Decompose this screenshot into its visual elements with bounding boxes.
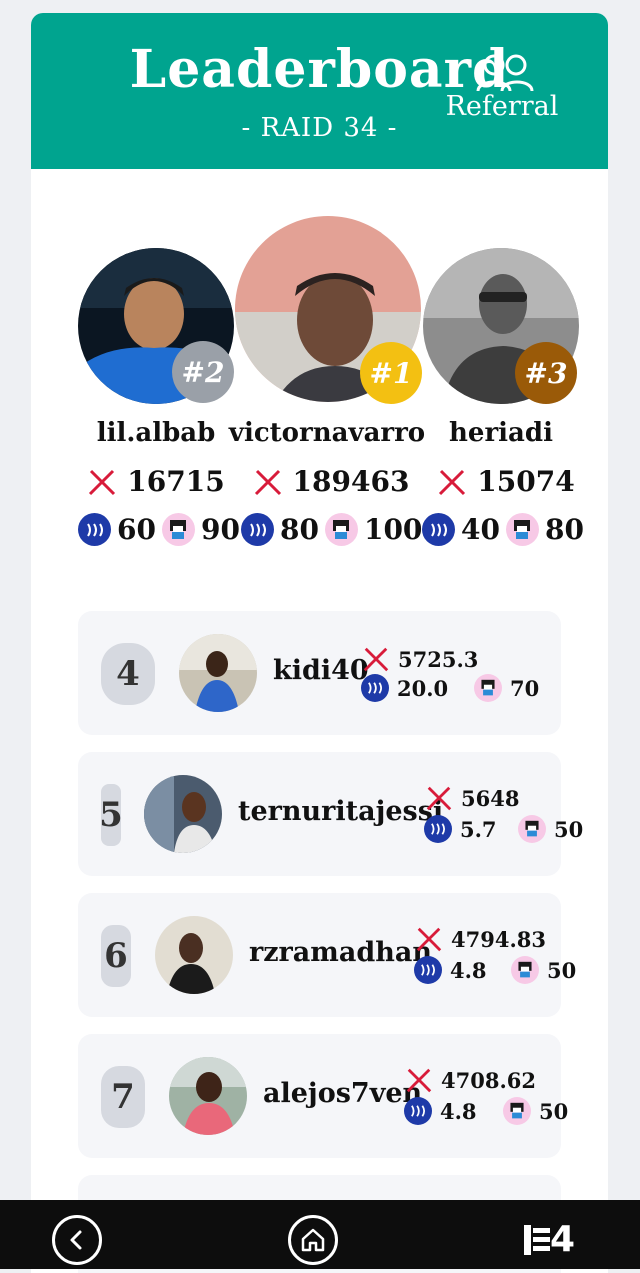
steem-reward-1: 80 <box>280 513 319 546</box>
token-icon <box>503 1097 531 1125</box>
podium-name-3[interactable]: heriadi <box>426 418 576 448</box>
row-token: 50 <box>503 1097 568 1125</box>
rank-number: 5 <box>99 784 123 846</box>
leaderboard-card: Leaderboard - RAID 34 - Referral #2 #1 #… <box>31 13 608 1273</box>
token-icon <box>511 956 539 984</box>
avatar[interactable] <box>169 1057 247 1135</box>
token-reward-1: 100 <box>363 513 423 546</box>
steem-icon <box>414 956 442 984</box>
row-token: 70 <box>474 674 539 702</box>
menu-count: 4 <box>550 1219 576 1260</box>
steem-icon <box>424 815 452 843</box>
row-steem: 5.7 <box>424 815 497 843</box>
sword-icon <box>254 469 281 495</box>
token-icon <box>161 513 195 546</box>
row-score: 4708.62 <box>405 1066 536 1094</box>
row-name[interactable]: rzramadhan <box>249 937 432 968</box>
back-icon <box>70 1230 82 1250</box>
token-icon <box>518 815 546 843</box>
token-icon <box>324 513 358 546</box>
avatar[interactable] <box>155 916 233 994</box>
row-score: 4794.83 <box>415 925 546 953</box>
rank-number: 7 <box>101 1066 145 1128</box>
row-token: 50 <box>518 815 583 843</box>
rank-number: 4 <box>101 643 155 705</box>
podium-score-1: 189463 <box>241 465 421 498</box>
steem-icon <box>422 513 455 546</box>
row-steem: 4.8 <box>414 956 487 984</box>
row-steem: 4.8 <box>404 1097 477 1125</box>
menu-button[interactable]: 4 <box>524 1222 575 1258</box>
sword-icon <box>416 927 442 952</box>
podium-rewards-3: 40 80 <box>422 513 584 546</box>
steem-icon <box>241 513 274 546</box>
row-name[interactable]: ternuritajessi <box>238 796 443 827</box>
row-token: 50 <box>511 956 576 984</box>
list-item[interactable]: 6 rzramadhan 4794.83 4.8 50 <box>78 893 576 1017</box>
token-reward-3: 80 <box>544 513 584 546</box>
avatar[interactable] <box>144 775 222 853</box>
steem-reward-3: 40 <box>461 513 500 546</box>
podium-rewards-1: 80 100 <box>241 513 422 546</box>
podium-name-1[interactable]: victornavarro <box>227 418 427 448</box>
token-reward-2: 90 <box>200 513 240 546</box>
bottom-nav: 4 <box>0 1200 640 1269</box>
referral-button[interactable]: Referral <box>444 53 564 123</box>
users-icon <box>476 54 534 92</box>
podium-score-3: 15074 <box>426 465 586 498</box>
header: Leaderboard - RAID 34 - Referral <box>31 13 608 169</box>
podium-name-2[interactable]: lil.albab <box>81 418 231 448</box>
list-item[interactable]: 4 kidi40 5725.3 20.0 70 <box>78 611 561 735</box>
rank-number: 6 <box>101 925 131 987</box>
row-score: 5648 <box>425 784 519 812</box>
podium-score-2: 16715 <box>81 465 231 498</box>
rank-badge-3: #3 <box>515 342 577 404</box>
row-steem: 20.0 <box>361 674 448 702</box>
steem-icon <box>78 513 111 546</box>
row-name[interactable]: kidi40 <box>273 655 369 686</box>
steem-reward-2: 60 <box>117 513 156 546</box>
sword-icon <box>89 469 116 495</box>
token-icon <box>474 674 502 702</box>
referral-label: Referral <box>445 91 559 122</box>
steem-icon <box>361 674 389 702</box>
sword-icon <box>363 647 389 672</box>
sword-icon <box>406 1068 432 1093</box>
row-score: 5725.3 <box>362 645 478 673</box>
sword-icon <box>439 469 466 495</box>
podium-rewards-2: 60 90 <box>78 513 240 546</box>
avatar[interactable] <box>179 634 257 712</box>
steem-icon <box>404 1097 432 1125</box>
rank-badge-2: #2 <box>172 341 234 403</box>
rank-badge-1: #1 <box>360 342 422 404</box>
podium-score-value-1: 189463 <box>292 465 410 498</box>
sword-icon <box>426 786 452 811</box>
home-icon <box>301 1228 325 1252</box>
home-button[interactable] <box>288 1215 338 1265</box>
list-item[interactable]: 5 ternuritajessi 5648 5.7 50 <box>78 752 583 876</box>
menu-icon <box>524 1225 550 1255</box>
row-name[interactable]: alejos7ven <box>263 1078 422 1109</box>
back-button[interactable] <box>52 1215 102 1265</box>
list-item[interactable]: 7 alejos7ven 4708.62 4.8 50 <box>78 1034 568 1158</box>
podium-score-value-2: 16715 <box>127 465 225 498</box>
podium-score-value-3: 15074 <box>477 465 575 498</box>
token-icon <box>505 513 539 546</box>
